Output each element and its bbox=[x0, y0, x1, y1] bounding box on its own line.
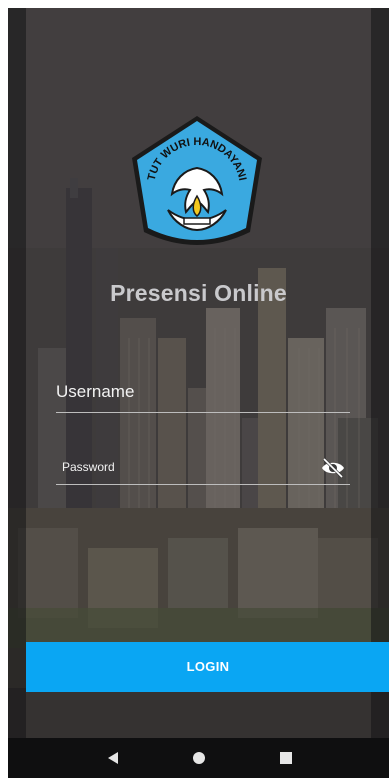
phone-screen: TUT WURI HANDAYANI Presensi Online Usern… bbox=[8, 8, 389, 778]
recents-square-icon[interactable] bbox=[261, 738, 311, 778]
username-field[interactable]: Username bbox=[56, 378, 350, 413]
home-circle-icon[interactable] bbox=[174, 738, 224, 778]
tut-wuri-handayani-logo: TUT WURI HANDAYANI bbox=[122, 110, 272, 260]
background-edge-left bbox=[8, 8, 26, 738]
eye-off-icon[interactable] bbox=[320, 456, 346, 480]
login-button[interactable]: LOGIN bbox=[26, 642, 389, 692]
password-field[interactable]: Password bbox=[56, 454, 350, 485]
password-placeholder: Password bbox=[62, 460, 115, 474]
background-edge-right bbox=[371, 8, 389, 738]
username-placeholder: Username bbox=[56, 382, 135, 401]
app-title: Presensi Online bbox=[110, 280, 287, 306]
system-navigation-bar bbox=[8, 738, 389, 778]
back-triangle-icon[interactable] bbox=[88, 738, 138, 778]
